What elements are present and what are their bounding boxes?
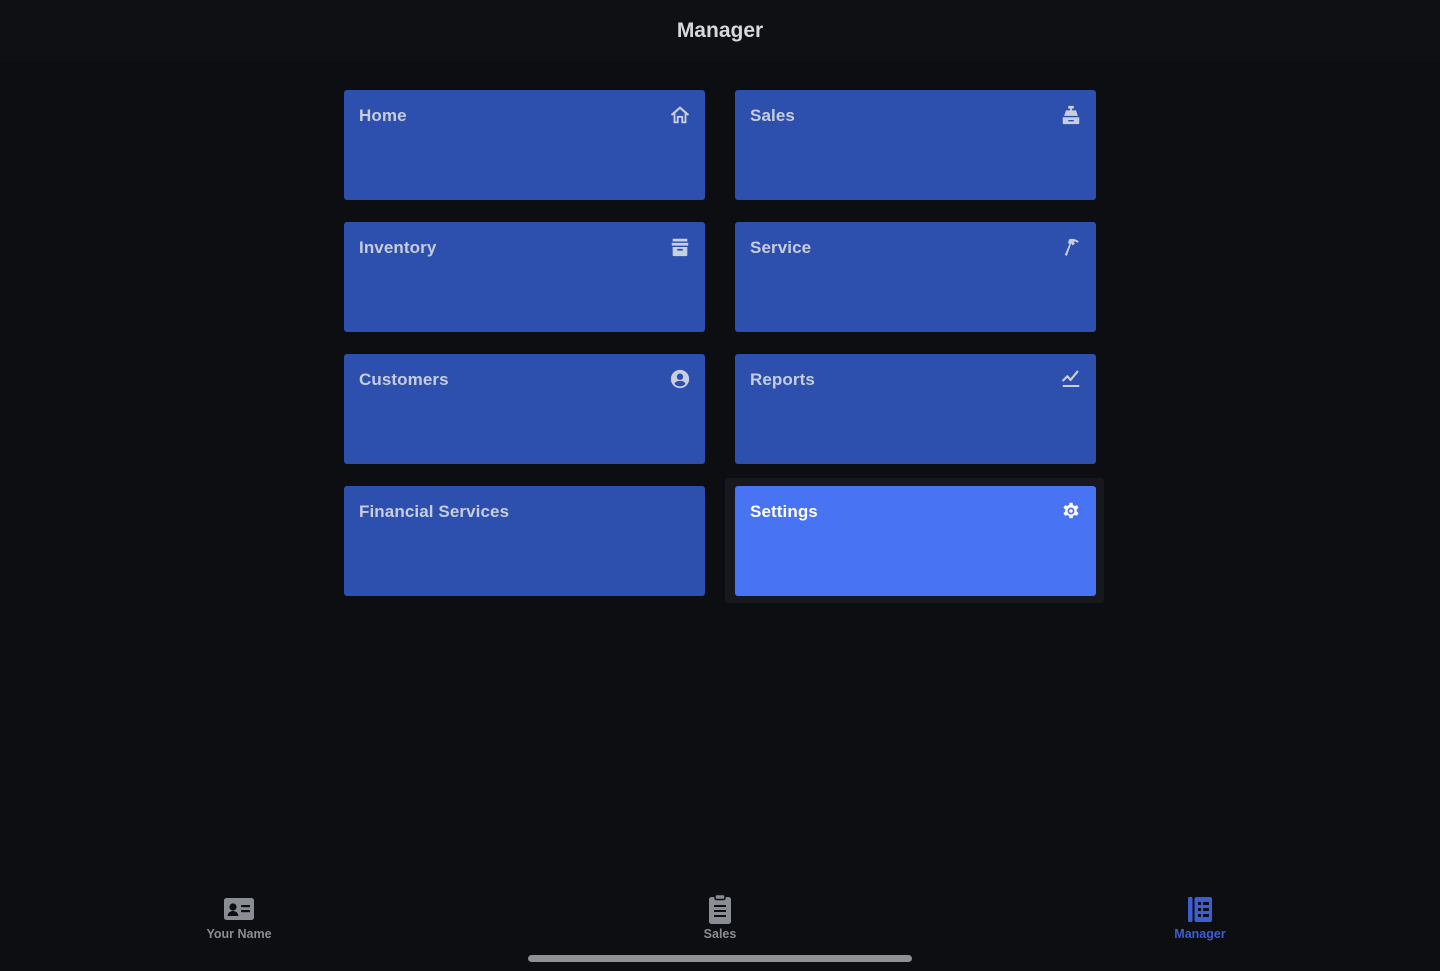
tab-label: Your Name <box>206 927 272 941</box>
tab-label: Manager <box>1174 927 1226 941</box>
manager-screen: Manager Home Sales Inventory Service Cus… <box>0 0 1440 971</box>
tile-label: Home <box>359 106 407 125</box>
tile-wrap-reports: Reports <box>735 354 1096 464</box>
tile-wrap-home: Home <box>344 90 705 200</box>
navigation-header: Manager <box>0 0 1440 62</box>
tile-wrap-service: Service <box>735 222 1096 332</box>
tab-label: Sales <box>703 927 737 941</box>
tile-label: Settings <box>750 502 818 521</box>
tile-financial-services[interactable]: Financial Services <box>344 486 705 596</box>
tile-inventory[interactable]: Inventory <box>344 222 705 332</box>
menu-grid: Home Sales Inventory Service Customers R… <box>344 90 1104 603</box>
cash-register-icon <box>1060 104 1082 126</box>
tab-your-name[interactable]: Your Name <box>169 894 309 941</box>
clipboard-icon <box>704 894 736 924</box>
archive-box-icon <box>669 236 691 258</box>
tile-wrap-sales: Sales <box>735 90 1096 200</box>
hammer-icon <box>1060 236 1082 258</box>
tile-label: Customers <box>359 370 449 389</box>
id-card-icon <box>223 894 255 924</box>
tile-wrap-financial-services: Financial Services <box>344 486 705 596</box>
tab-manager[interactable]: Manager <box>1130 894 1270 941</box>
tile-label: Sales <box>750 106 795 125</box>
user-circle-icon <box>669 368 691 390</box>
tile-label: Inventory <box>359 238 437 257</box>
page-title: Manager <box>676 18 764 42</box>
gear-icon <box>1060 500 1082 522</box>
home-indicator <box>528 955 912 962</box>
tile-sales[interactable]: Sales <box>735 90 1096 200</box>
tile-wrap-customers: Customers <box>344 354 705 464</box>
tile-label: Service <box>750 238 812 257</box>
tile-label: Financial Services <box>359 502 510 521</box>
chart-line-icon <box>1060 368 1082 390</box>
tile-settings[interactable]: Settings <box>735 486 1096 596</box>
tile-wrap-settings: Settings <box>725 478 1104 603</box>
tile-reports[interactable]: Reports <box>735 354 1096 464</box>
tile-wrap-inventory: Inventory <box>344 222 705 332</box>
tile-service[interactable]: Service <box>735 222 1096 332</box>
tile-customers[interactable]: Customers <box>344 354 705 464</box>
book-icon <box>1184 894 1216 924</box>
home-icon <box>669 104 691 126</box>
tab-sales[interactable]: Sales <box>650 894 790 941</box>
tile-home[interactable]: Home <box>344 90 705 200</box>
tile-label: Reports <box>750 370 815 389</box>
